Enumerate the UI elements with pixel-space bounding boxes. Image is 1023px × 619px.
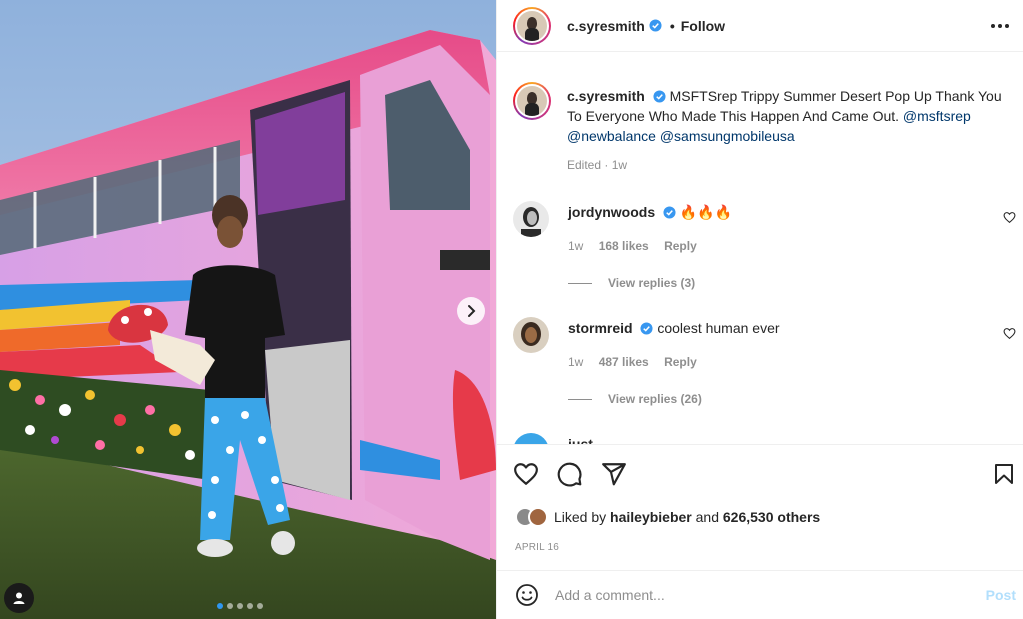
share-icon[interactable] xyxy=(601,461,627,487)
liker-avatar[interactable] xyxy=(528,507,548,527)
liked-by-and: and xyxy=(695,509,719,525)
post-actions: Liked by haileybieber and 626,530 others… xyxy=(497,444,1023,570)
caption-edited-time: Edited · 1w xyxy=(567,158,628,172)
carousel-dot xyxy=(247,603,253,609)
commenter-username[interactable]: stormreid xyxy=(568,320,633,336)
caption-text: c.syresmith MSFTSrep Trippy Summer Deser… xyxy=(567,86,1017,146)
user-tags-button[interactable] xyxy=(4,583,34,613)
caption-username[interactable]: c.syresmith xyxy=(567,88,645,104)
carousel-dot xyxy=(257,603,263,609)
caption-author-avatar[interactable] xyxy=(513,82,551,120)
header-separator: • xyxy=(669,17,675,34)
mention-link[interactable]: @msftsrep xyxy=(903,108,971,124)
carousel-next-button[interactable] xyxy=(457,297,485,325)
heart-icon[interactable] xyxy=(1003,211,1016,224)
commenter-avatar[interactable] xyxy=(513,433,549,444)
verified-badge-icon xyxy=(663,206,676,219)
verified-badge-icon xyxy=(653,90,666,103)
carousel-dot xyxy=(217,603,223,609)
author-avatar[interactable] xyxy=(513,6,551,45)
liked-by-prefix: Liked by xyxy=(554,509,607,525)
comment-likes[interactable]: 168 likes xyxy=(599,239,649,253)
carousel-dot xyxy=(237,603,243,609)
follow-button[interactable]: Follow xyxy=(681,18,725,34)
author-username[interactable]: c.syresmith xyxy=(567,18,645,34)
comment-text: stormreid coolest human ever xyxy=(568,320,780,336)
reply-button[interactable]: Reply xyxy=(664,355,697,369)
comment-meta: 1w 487 likes Reply xyxy=(568,355,709,369)
emoji-icon[interactable] xyxy=(515,583,539,607)
commenter-username[interactable]: just xyxy=(568,436,593,444)
user-tag-icon xyxy=(13,592,25,604)
add-comment-bar: Post xyxy=(497,570,1023,619)
comments-list[interactable]: c.syresmith MSFTSrep Trippy Summer Deser… xyxy=(497,53,1023,444)
reply-button[interactable]: Reply xyxy=(664,239,697,253)
heart-icon[interactable] xyxy=(1003,327,1016,340)
mention-link[interactable]: @samsungmobileusa xyxy=(660,128,795,144)
post-comment-button[interactable]: Post xyxy=(986,587,1016,603)
comment-time[interactable]: 1w xyxy=(568,239,583,253)
view-replies-button[interactable]: View replies (26) xyxy=(568,392,702,406)
commenter-username[interactable]: jordynwoods xyxy=(568,204,655,220)
view-replies-label: View replies (3) xyxy=(608,276,696,290)
post-media[interactable] xyxy=(0,0,496,619)
post-detail-panel: c.syresmith • Follow c.syresmith MSFTSre… xyxy=(496,0,1023,619)
comment-text: jordynwoods 🔥🔥🔥 xyxy=(568,204,732,221)
post-header: c.syresmith • Follow xyxy=(497,0,1023,52)
bookmark-icon[interactable] xyxy=(992,462,1016,486)
carousel-indicator xyxy=(217,603,263,609)
comment-body: 🔥🔥🔥 xyxy=(679,204,733,220)
post-photo xyxy=(0,0,496,619)
carousel-dot xyxy=(227,603,233,609)
commenter-avatar[interactable] xyxy=(513,317,549,353)
liked-by-others[interactable]: 626,530 others xyxy=(723,509,820,525)
post-date[interactable]: APRIL 16 xyxy=(515,542,559,553)
view-replies-button[interactable]: View replies (3) xyxy=(568,276,695,290)
view-replies-label: View replies (26) xyxy=(608,392,702,406)
mention-link[interactable]: @newbalance xyxy=(567,128,656,144)
more-options-icon[interactable] xyxy=(991,24,1009,28)
comment-input[interactable] xyxy=(555,587,955,603)
commenter-avatar[interactable] xyxy=(513,201,549,237)
verified-badge-icon xyxy=(649,19,662,32)
comment-time[interactable]: 1w xyxy=(568,355,583,369)
likes-summary: Liked by haileybieber and 626,530 others xyxy=(515,507,820,527)
chevron-right-icon xyxy=(468,305,476,317)
comment-icon[interactable] xyxy=(557,461,583,487)
heart-icon[interactable] xyxy=(513,461,539,487)
comment-body: coolest human ever xyxy=(657,320,780,336)
comment-text: just xyxy=(568,436,593,444)
verified-badge-icon xyxy=(640,322,654,335)
comment-meta: 1w 168 likes Reply xyxy=(568,239,709,253)
liked-by-user[interactable]: haileybieber xyxy=(610,509,692,525)
comment-likes[interactable]: 487 likes xyxy=(599,355,649,369)
